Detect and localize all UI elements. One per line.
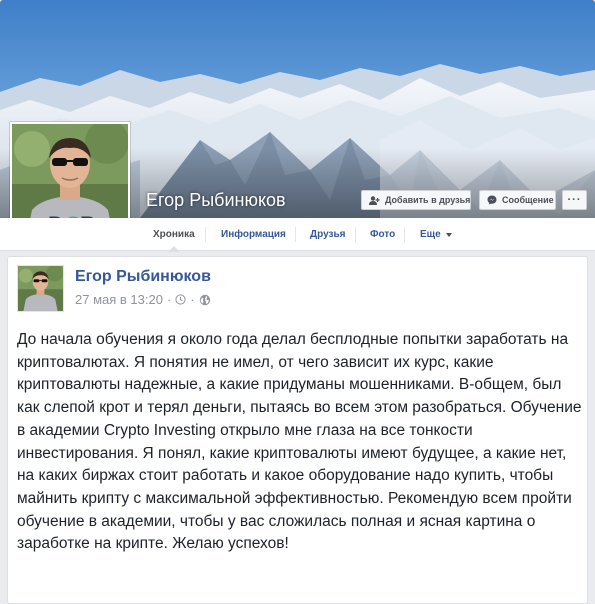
tab-info[interactable]: Информация xyxy=(221,218,286,251)
tab-divider xyxy=(404,227,405,242)
post-meta: 27 мая в 13:20 · · xyxy=(75,292,211,307)
chevron-down-icon xyxy=(445,232,452,237)
tab-more[interactable]: Еще xyxy=(420,218,452,251)
message-label: Сообщение xyxy=(502,195,554,205)
post-card: Егор Рыбинюков 27 мая в 13:20 · · До нач… xyxy=(7,256,588,604)
profile-name[interactable]: Егор Рыбинюков xyxy=(146,190,286,211)
tab-timeline[interactable]: Хроника xyxy=(153,218,195,251)
add-friend-icon xyxy=(369,195,380,205)
meta-separator: · xyxy=(166,292,172,307)
more-label: ··· xyxy=(567,194,582,206)
globe-icon[interactable] xyxy=(199,294,211,306)
meta-separator: · xyxy=(190,292,195,307)
tab-photos[interactable]: Фото xyxy=(370,218,395,251)
profile-page: Егор Рыбинюков Добавить в друзья Сообщен… xyxy=(0,0,595,604)
messenger-icon xyxy=(487,195,497,205)
add-friend-label: Добавить в друзья xyxy=(385,195,471,205)
post-author-avatar[interactable] xyxy=(17,265,64,312)
profile-nav: Хроника Информация Друзья Фото Еще xyxy=(0,218,595,251)
message-button[interactable]: Сообщение xyxy=(479,190,556,210)
add-friend-button[interactable]: Добавить в друзья xyxy=(361,190,471,210)
post-author-name[interactable]: Егор Рыбинюков xyxy=(75,268,211,286)
post-timestamp[interactable]: 27 мая в 13:20 xyxy=(75,292,163,307)
tab-friends[interactable]: Друзья xyxy=(310,218,345,251)
tab-divider xyxy=(205,227,206,242)
post-body: До начала обучения я около года делал бе… xyxy=(17,331,582,553)
user-photo-avatar xyxy=(18,266,63,311)
clock-icon xyxy=(175,294,186,305)
tab-more-label: Еще xyxy=(420,229,441,240)
more-actions-button[interactable]: ··· xyxy=(562,190,587,210)
tab-divider xyxy=(355,227,356,242)
tab-divider xyxy=(295,227,296,242)
